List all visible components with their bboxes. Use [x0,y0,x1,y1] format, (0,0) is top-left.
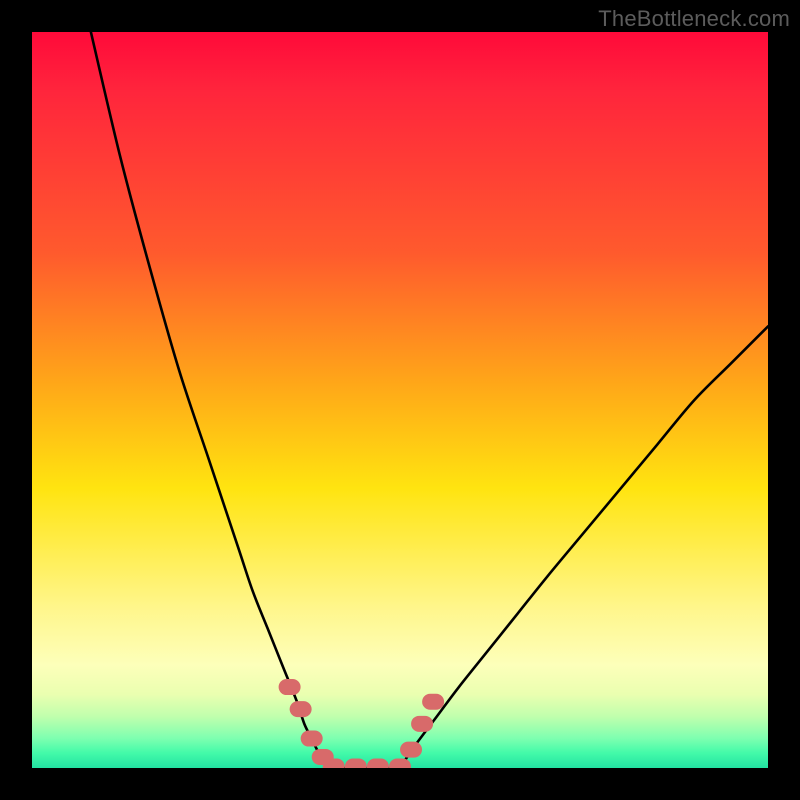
curve-marker [400,742,422,758]
left-curve-path [91,32,334,768]
curve-marker [367,759,389,768]
plot-area [32,32,768,768]
curve-marker [422,694,444,710]
curve-marker [389,759,411,768]
curve-marker [279,679,301,695]
curve-marker [301,731,323,747]
watermark-text: TheBottleneck.com [598,6,790,32]
chart-frame: TheBottleneck.com [0,0,800,800]
curve-marker [345,759,367,768]
chart-svg [32,32,768,768]
right-curve-path [400,326,768,768]
curve-marker [411,716,433,732]
curve-marker [290,701,312,717]
